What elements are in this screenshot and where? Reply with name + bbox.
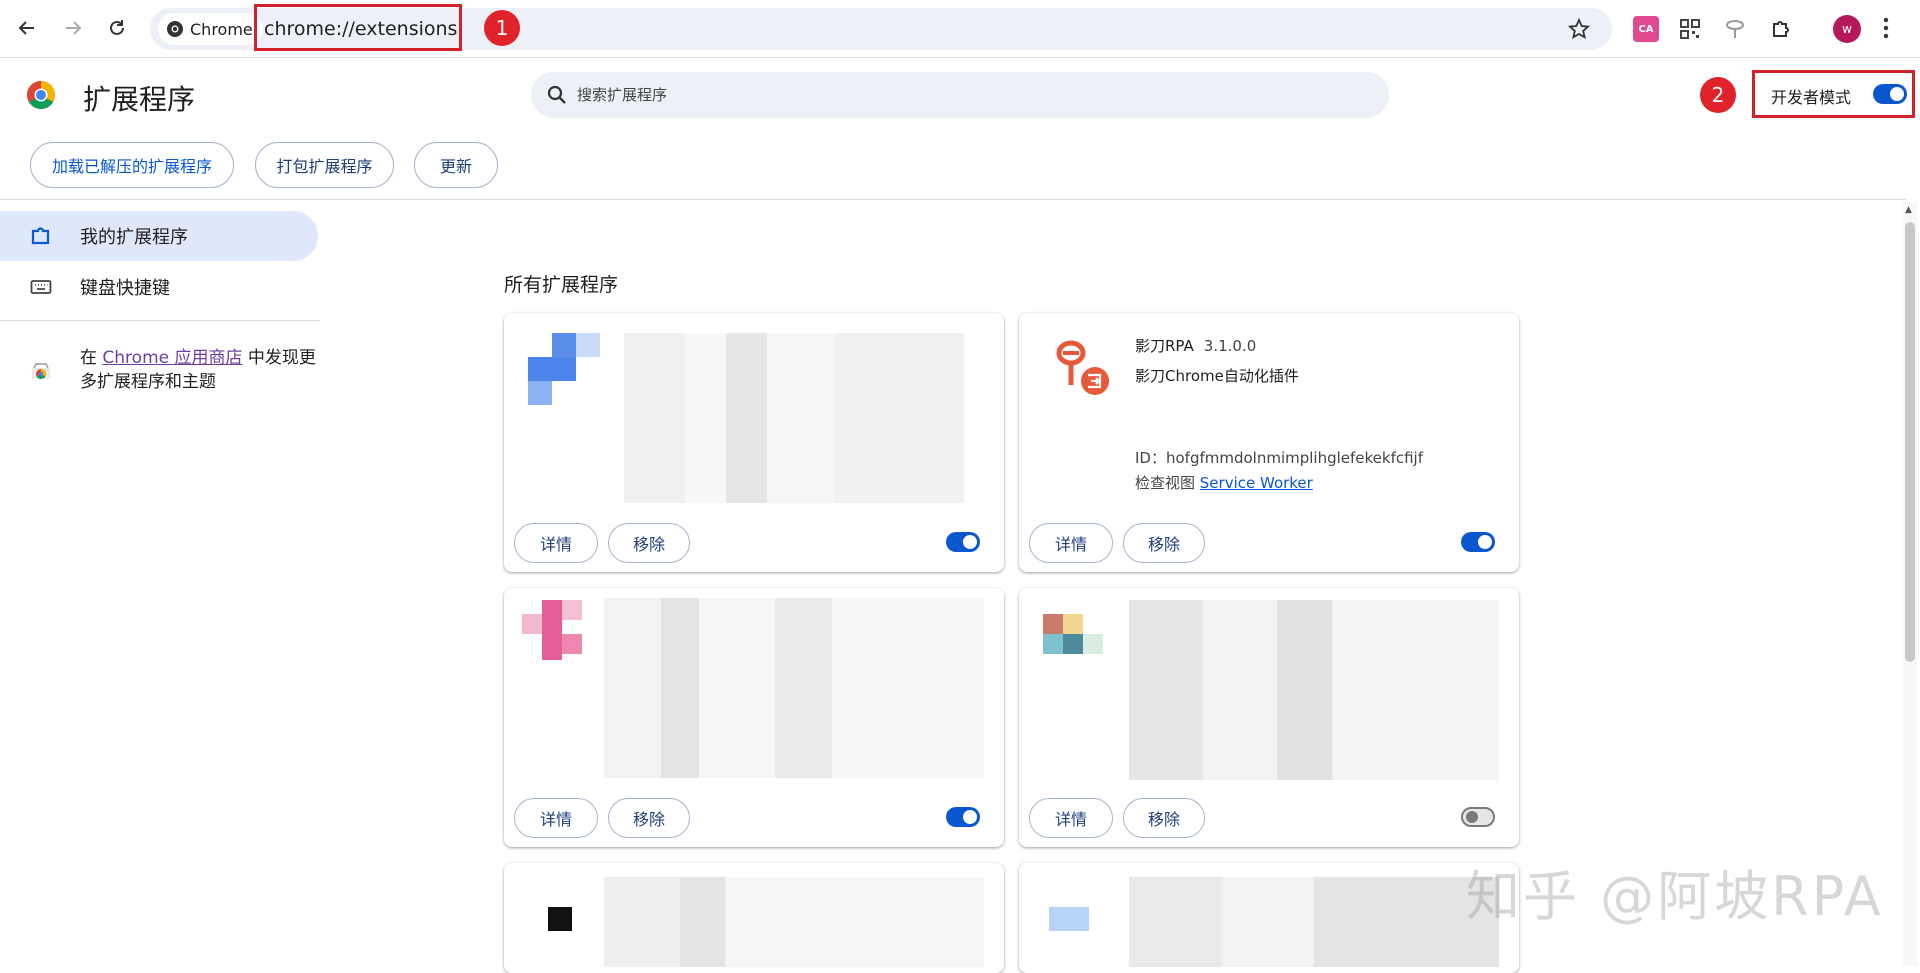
yingdao-logo-icon [1056, 340, 1109, 395]
header-divider [0, 199, 1906, 200]
annotation-badge-2: 2 [1700, 77, 1736, 113]
extension-toggle[interactable] [1461, 807, 1495, 827]
remove-button[interactable]: 移除 [608, 798, 690, 838]
remove-button[interactable]: 移除 [1123, 523, 1205, 563]
service-worker-link[interactable]: Service Worker [1200, 474, 1313, 492]
extension-toggle[interactable] [946, 807, 980, 827]
sidebar-item-shortcuts[interactable]: 键盘快捷键 [0, 262, 318, 312]
chrome-logo-icon [27, 81, 55, 109]
remove-button[interactable]: 移除 [1123, 798, 1205, 838]
extension-name: 影刀RPA 3.1.0.0 [1135, 337, 1257, 355]
extension-icon-blurred [1049, 907, 1089, 931]
extension-id: ID：hofgfmmdolnmimplihglefekekfcfijf [1135, 449, 1424, 467]
load-unpacked-button[interactable]: 加载已解压的扩展程序 [30, 142, 234, 188]
section-title: 所有扩展程序 [504, 274, 619, 296]
pack-extension-button[interactable]: 打包扩展程序 [255, 142, 394, 188]
forward-button[interactable] [57, 12, 89, 44]
web-store-link[interactable]: Chrome 应用商店 [102, 348, 242, 368]
qr-extension-icon[interactable] [1677, 16, 1703, 42]
site-chip-label: Chrome [190, 19, 253, 39]
extension-toggle[interactable] [1461, 532, 1495, 552]
annotation-badge-1: 1 [484, 10, 520, 46]
extension-icon-blurred [528, 333, 600, 405]
dev-mode-label: 开发者模式 [1771, 88, 1852, 107]
sidebar-item-label: 我的扩展程序 [80, 227, 188, 248]
page-title: 扩展程序 [83, 83, 196, 116]
url-highlight-box [254, 4, 462, 51]
extension-toggle[interactable] [946, 532, 980, 552]
web-store-icon [32, 363, 50, 379]
reload-icon [110, 20, 124, 35]
bookmark-star-icon[interactable] [1568, 18, 1590, 40]
search-icon [547, 85, 566, 104]
extension-card [504, 863, 1004, 973]
details-button[interactable]: 详情 [514, 523, 598, 563]
back-button[interactable] [11, 12, 43, 44]
details-button[interactable]: 详情 [1029, 523, 1113, 563]
dev-mode-toggle[interactable] [1873, 84, 1907, 104]
chrome-icon [167, 21, 183, 37]
translate-extension-icon[interactable]: CA [1633, 16, 1659, 42]
scrollbar-thumb[interactable] [1905, 222, 1915, 662]
sidebar-divider [0, 320, 320, 321]
remove-button[interactable]: 移除 [608, 523, 690, 563]
site-info-chip[interactable]: Chrome [158, 13, 263, 45]
details-button[interactable]: 详情 [514, 798, 598, 838]
reload-button[interactable] [101, 12, 133, 44]
more-menu-icon[interactable] [1882, 15, 1890, 41]
profile-avatar[interactable]: w [1833, 15, 1861, 43]
sidebar-item-label: 键盘快捷键 [80, 278, 170, 299]
extension-card [1019, 863, 1519, 973]
search-box[interactable] [531, 72, 1389, 118]
scroll-up-arrow[interactable]: ▲ [1905, 205, 1912, 215]
extension-version: 3.1.0.0 [1203, 337, 1257, 355]
browser-toolbar: Chrome chrome://extensions 1 CA w [0, 0, 1920, 58]
rpa-extension-icon[interactable] [1722, 16, 1748, 42]
extension-icon-blurred [1043, 614, 1103, 654]
search-input[interactable] [577, 86, 1337, 104]
keyboard-icon [30, 280, 52, 294]
inspect-views: 检查视图 Service Worker [1135, 474, 1313, 492]
blurred-text [624, 333, 964, 503]
sidebar-item-my-extensions[interactable]: 我的扩展程序 [0, 211, 318, 261]
update-button[interactable]: 更新 [414, 142, 498, 188]
puzzle-icon [31, 227, 50, 245]
extension-card: 详情 移除 [1019, 588, 1519, 847]
extension-icon-blurred [522, 600, 582, 672]
web-store-promo: 在 Chrome 应用商店 中发现更多扩展程序和主题 [80, 348, 316, 392]
extension-card: 详情 移除 [504, 588, 1004, 847]
extension-card: 详情 移除 [504, 313, 1004, 572]
blurred-text [604, 598, 984, 778]
arrow-right-icon [66, 21, 82, 35]
puzzle-icon[interactable] [1768, 16, 1794, 42]
watermark: 知乎 @阿坡RPA [1466, 865, 1884, 928]
blurred-text [1129, 877, 1499, 967]
extension-card-yingdao: 影刀RPA 3.1.0.0 影刀Chrome自动化插件 ID：hofgfmmdol… [1019, 313, 1519, 572]
extension-description: 影刀Chrome自动化插件 [1135, 367, 1299, 385]
extension-icon-blurred [548, 907, 572, 931]
details-button[interactable]: 详情 [1029, 798, 1113, 838]
blurred-text [1129, 600, 1499, 780]
blurred-text [604, 877, 984, 967]
arrow-left-icon [18, 21, 34, 35]
